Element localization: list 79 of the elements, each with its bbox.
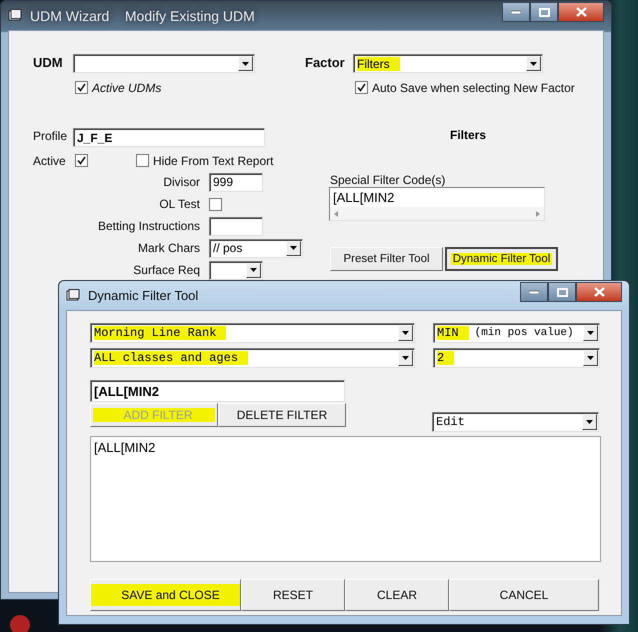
field-label: UDM xyxy=(33,55,64,70)
minimize-icon xyxy=(511,10,521,14)
scroll-left-icon[interactable] xyxy=(334,210,338,216)
tool-button[interactable]: Preset Filter Tool xyxy=(330,247,443,271)
special-filter-codes-field[interactable]: [ALL[MIN2 xyxy=(329,187,545,221)
operand-dropdown[interactable]: 2 xyxy=(433,348,600,368)
maximize-button[interactable] xyxy=(530,2,558,22)
checkbox[interactable] xyxy=(136,154,149,167)
field-label: Special Filter Code(s) xyxy=(330,173,446,187)
caret-down-icon xyxy=(290,246,297,250)
tool-button[interactable]: Dynamic Filter Tool xyxy=(445,247,558,271)
dropdown-arrow-button[interactable] xyxy=(526,56,541,71)
maximize-icon xyxy=(538,8,550,16)
dialog-title: Dynamic Filter Tool xyxy=(88,288,200,303)
dialog-button[interactable]: CLEAR xyxy=(345,579,449,611)
factor-dropdown[interactable]: Morning Line Rank xyxy=(90,323,415,343)
close-icon xyxy=(594,287,604,297)
dropdown-arrow-button[interactable] xyxy=(583,350,598,366)
caret-down-icon xyxy=(402,331,409,335)
dialog-button[interactable]: SAVE and CLOSE xyxy=(90,579,241,611)
window-icon xyxy=(8,9,22,22)
scroll-right-icon[interactable] xyxy=(536,210,540,216)
caret-down-icon xyxy=(586,420,593,424)
field-label: Mark Chars xyxy=(136,241,200,255)
field-label: Profile xyxy=(33,129,68,143)
field-label: Factor xyxy=(305,55,346,70)
dropdown-arrow-button[interactable] xyxy=(238,56,253,71)
checkbox[interactable] xyxy=(209,198,222,210)
field-label: OL Test xyxy=(158,197,200,211)
close-button[interactable] xyxy=(558,2,604,22)
maximize-icon xyxy=(556,288,568,296)
checkbox-label: Auto Save when selecting New Factor xyxy=(372,80,575,94)
section-heading: Filters xyxy=(450,128,488,142)
horizontal-scrollbar[interactable] xyxy=(330,207,544,220)
caret-down-icon xyxy=(530,62,537,66)
field-label: Active xyxy=(33,154,67,168)
close-button[interactable] xyxy=(576,282,622,302)
dropdown-arrow-button[interactable] xyxy=(398,325,413,341)
betting-instructions-field[interactable] xyxy=(209,216,263,236)
dropdown-arrow-button[interactable] xyxy=(582,414,597,430)
checkbox-label: Hide From Text Report xyxy=(153,154,274,168)
minimize-icon xyxy=(529,290,539,294)
mark-chars-dropdown[interactable]: // pos xyxy=(209,238,303,258)
field-label: Surface Req xyxy=(132,263,200,277)
checkbox[interactable] xyxy=(355,81,368,94)
filter-code-field[interactable]: [ALL[MIN2 xyxy=(90,380,345,402)
mode-dropdown[interactable]: Edit xyxy=(432,412,599,432)
divisor-field[interactable]: 999 xyxy=(209,172,263,192)
minimize-button[interactable] xyxy=(502,2,530,22)
minimize-button[interactable] xyxy=(520,282,548,302)
profile-field[interactable]: J_F_E xyxy=(73,128,265,147)
caret-down-icon xyxy=(250,268,257,272)
filter-button[interactable]: DELETE FILTER xyxy=(218,403,346,427)
operator-dropdown[interactable]: MIN (min pos value) xyxy=(433,323,600,343)
dropdown-arrow-button[interactable] xyxy=(583,325,598,341)
field-label: Divisor xyxy=(162,175,200,189)
caret-down-icon xyxy=(402,356,409,360)
caret-down-icon xyxy=(587,331,594,335)
checkbox-label: Active UDMs xyxy=(92,80,162,94)
udm-dropdown[interactable] xyxy=(73,54,255,73)
window-title: UDM Wizard Modify Existing UDM xyxy=(30,8,256,24)
checkbox[interactable] xyxy=(75,81,88,94)
window-icon xyxy=(66,289,80,302)
maximize-button[interactable] xyxy=(548,282,576,302)
class-dropdown[interactable]: ALL classes and ages xyxy=(90,348,415,368)
field-label: Betting Instructions xyxy=(96,219,200,233)
dialog-button[interactable]: CANCEL xyxy=(449,579,599,611)
caret-down-icon xyxy=(242,62,249,66)
dropdown-arrow-button[interactable] xyxy=(286,240,301,256)
factor-dropdown[interactable]: Filters xyxy=(353,54,543,73)
checkbox[interactable] xyxy=(75,154,88,167)
close-icon xyxy=(576,7,586,17)
filter-text-area[interactable]: [ALL[MIN2 xyxy=(90,436,601,562)
operator-note: (min pos value) xyxy=(474,327,574,339)
dropdown-arrow-button[interactable] xyxy=(246,262,261,278)
dialog-button[interactable]: RESET xyxy=(241,579,345,611)
dropdown-arrow-button[interactable] xyxy=(398,350,413,366)
caret-down-icon xyxy=(587,356,594,360)
surface-req-dropdown[interactable] xyxy=(209,260,263,280)
